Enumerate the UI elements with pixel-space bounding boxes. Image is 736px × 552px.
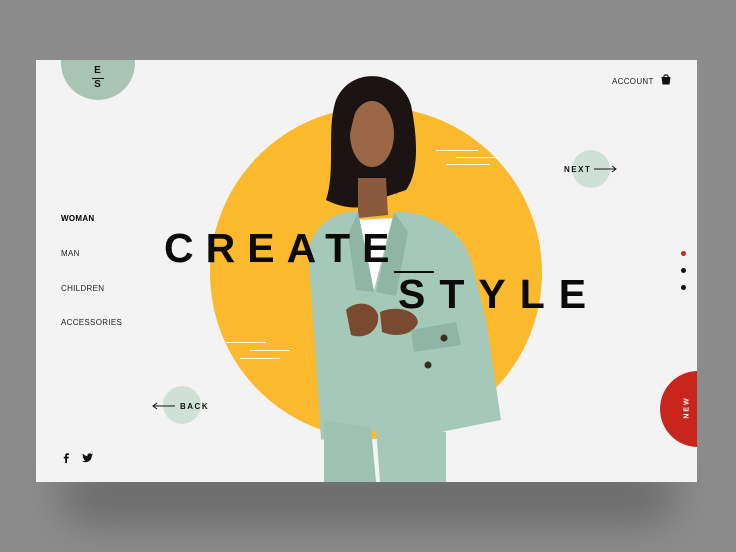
decor-streak xyxy=(226,342,266,343)
twitter-icon[interactable] xyxy=(82,453,93,463)
nav-item-woman[interactable]: WOMAN xyxy=(61,214,95,223)
headline-style: STYLE xyxy=(398,271,601,317)
brand-logo[interactable]: E S xyxy=(61,60,135,100)
pagination-dot[interactable] xyxy=(681,268,686,273)
arrow-left-icon[interactable] xyxy=(151,402,175,410)
nav-item-children[interactable]: CHILDREN xyxy=(61,284,104,293)
nav-item-accessories[interactable]: ACCESSORIES xyxy=(61,318,122,327)
facebook-icon[interactable] xyxy=(61,453,71,463)
headline-create: CREATE xyxy=(164,225,402,271)
nav-item-man[interactable]: MAN xyxy=(61,249,80,258)
bag-icon[interactable] xyxy=(660,73,672,85)
landing-card: E S ACCOUNT WOMAN MAN CHILDREN ACCESSORI… xyxy=(36,60,697,482)
next-button[interactable]: NEXT xyxy=(564,165,591,174)
decor-streak xyxy=(240,358,280,359)
pagination-dot[interactable] xyxy=(681,285,686,290)
back-button[interactable]: BACK xyxy=(180,402,209,411)
new-badge[interactable]: NEW xyxy=(660,371,697,447)
new-badge-label: NEW xyxy=(683,396,691,419)
arrow-right-icon[interactable] xyxy=(594,165,618,173)
account-link[interactable]: ACCOUNT xyxy=(612,77,654,86)
logo-letter-bottom: S xyxy=(94,79,102,90)
pagination-dot-active[interactable] xyxy=(681,251,686,256)
decor-streak xyxy=(250,350,290,351)
logo-letter-top: E xyxy=(94,65,102,76)
